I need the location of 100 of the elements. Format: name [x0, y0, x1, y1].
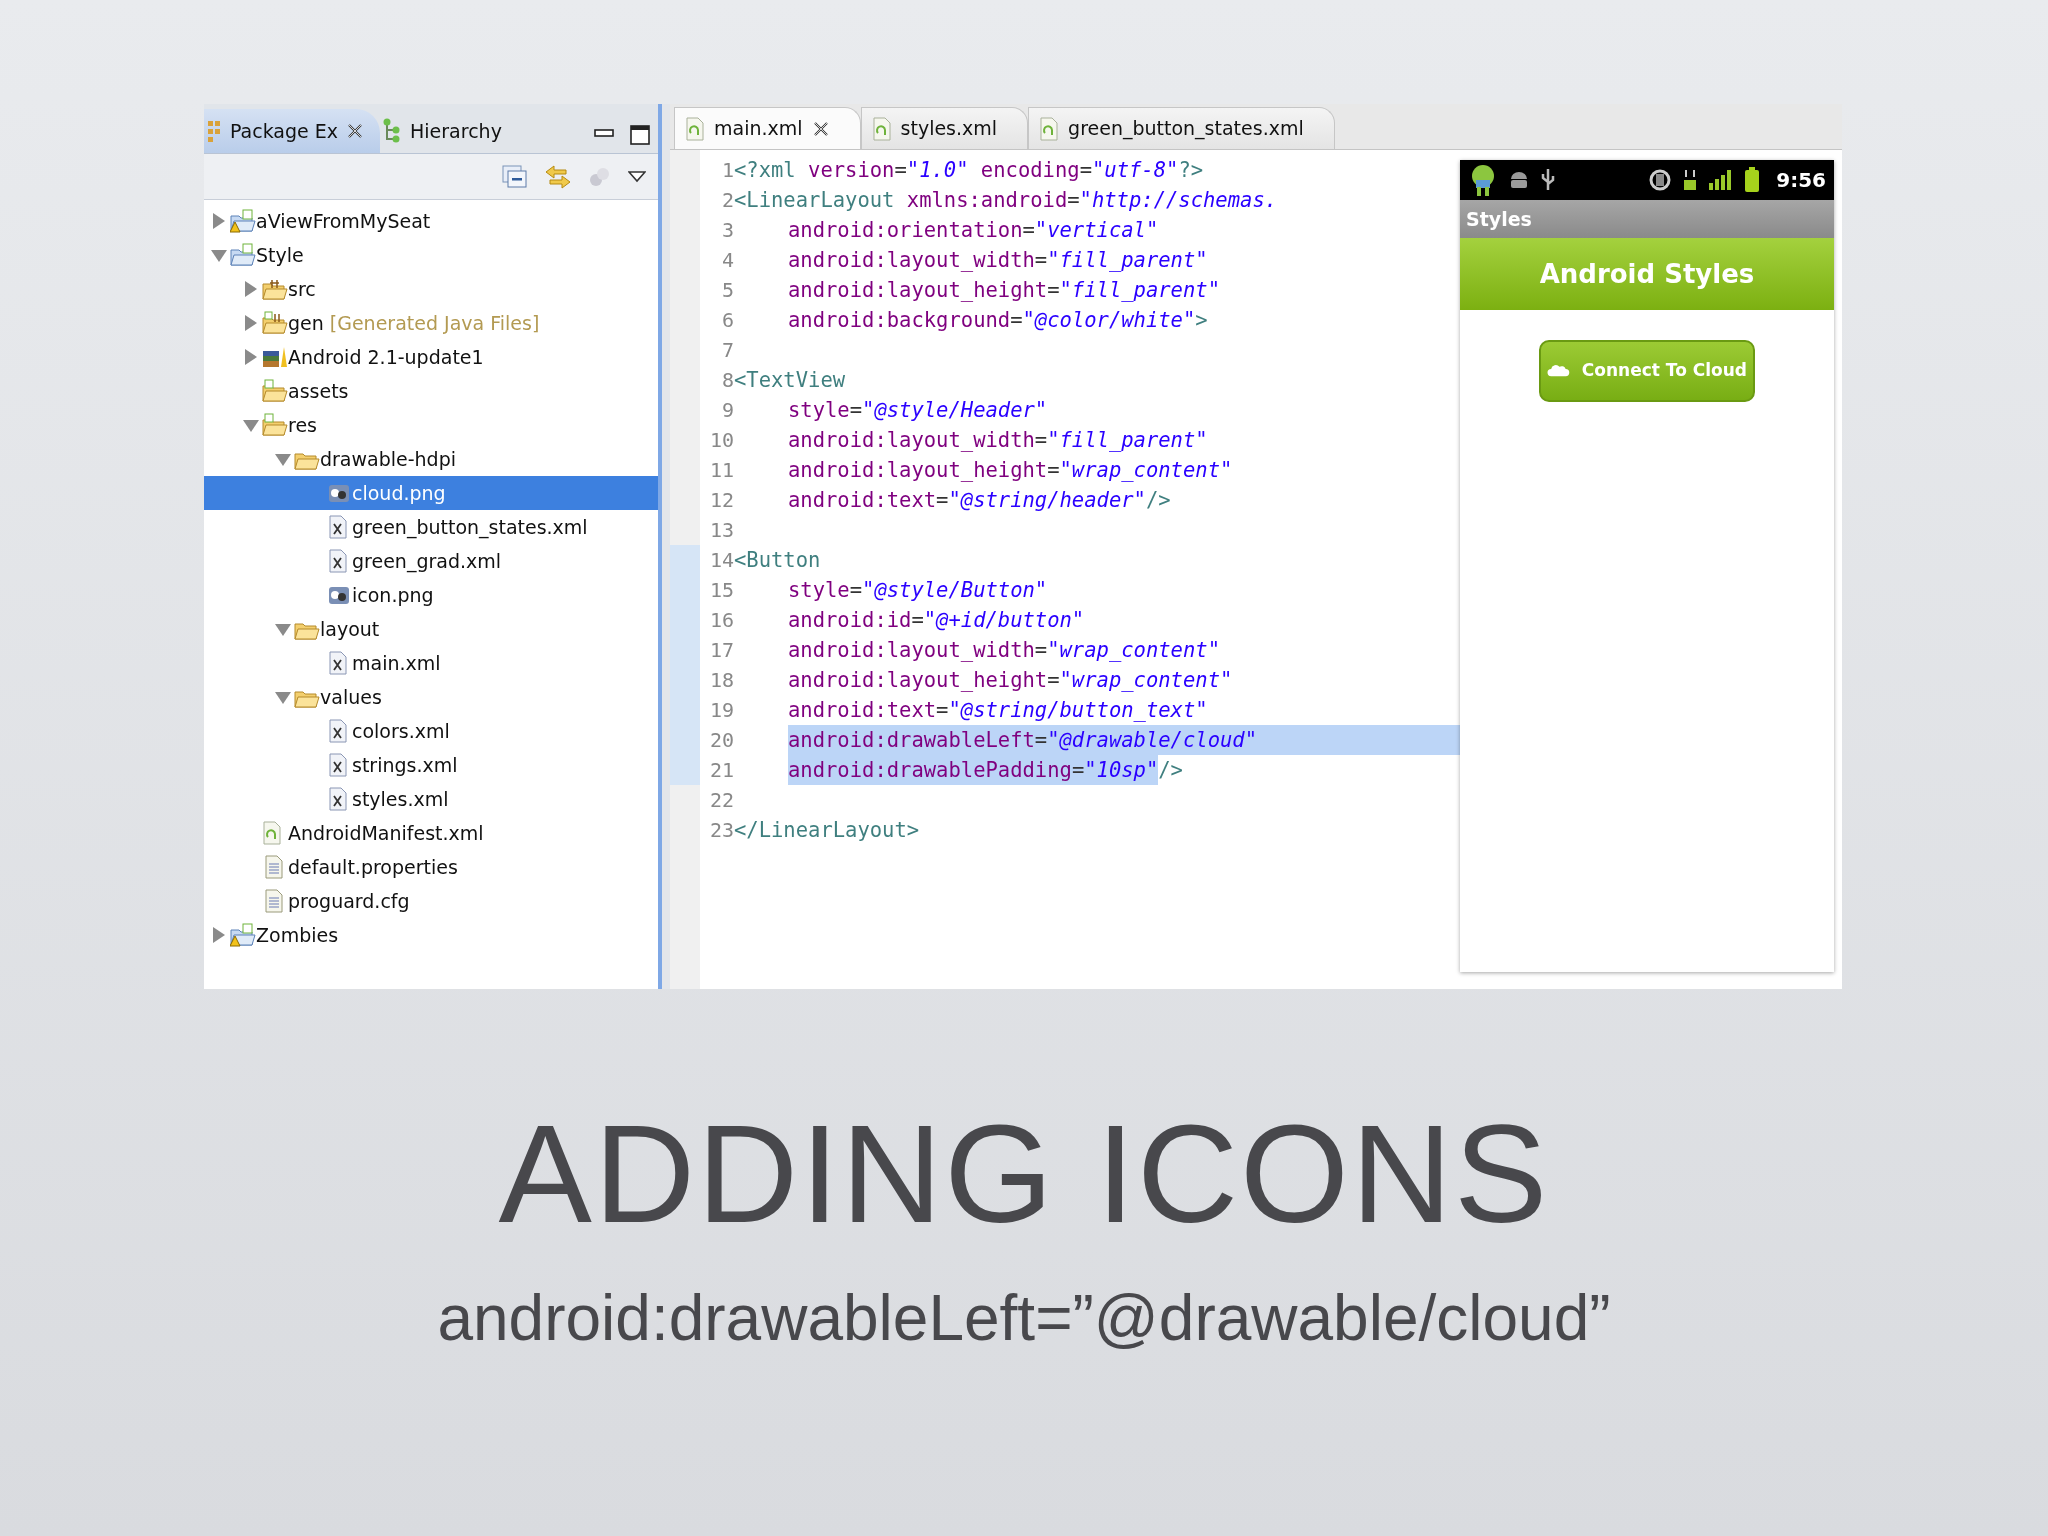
tree-item[interactable]: cloud.png: [204, 476, 658, 510]
item-label: Android 2.1-update1: [288, 344, 484, 370]
item-note: [Generated Java Files]: [329, 310, 540, 336]
code-line: style="@style/Button": [788, 577, 1049, 604]
project-warning-icon: [230, 923, 256, 947]
tree-item[interactable]: values: [204, 680, 658, 714]
line-number: 9: [720, 397, 734, 424]
item-label: gen: [288, 310, 324, 336]
item-label: values: [320, 684, 382, 710]
code-line: android:layout_height="wrap_content": [788, 457, 1234, 484]
view-tab[interactable]: Hierarchy: [380, 109, 518, 153]
tree-item[interactable]: res: [204, 408, 658, 442]
item-label: green_button_states.xml: [352, 514, 588, 541]
code-line: android:drawablePadding="10sp"/>: [788, 755, 1460, 785]
code-line: android:id="@+id/button": [788, 607, 1086, 634]
item-label: main.xml: [352, 650, 441, 676]
code-line: android:background="@color/white">: [788, 307, 1209, 334]
tree-item[interactable]: Zombies: [204, 918, 658, 952]
tree-item[interactable]: green_grad.xml: [204, 544, 658, 578]
app-title-bar: Styles: [1460, 200, 1834, 238]
tree-item[interactable]: AndroidManifest.xml: [204, 816, 658, 850]
line-number: 5: [720, 277, 734, 304]
line-number: 11: [708, 457, 734, 484]
item-label: drawable-hdpi: [320, 446, 457, 472]
header-banner: Android Styles: [1460, 238, 1834, 310]
code-line: android:layout_height="fill_parent": [788, 277, 1221, 304]
item-label: res: [288, 412, 317, 438]
code-line: <TextView: [734, 367, 847, 394]
tree-item[interactable]: main.xml: [204, 646, 658, 680]
editor-tab[interactable]: main.xml: [674, 107, 861, 149]
tree-item[interactable]: Style: [204, 238, 658, 272]
item-label: Style: [256, 242, 304, 268]
code-line: android:layout_width="fill_parent": [788, 247, 1209, 274]
android-file-icon: [871, 116, 892, 141]
line-number: 2: [720, 187, 734, 214]
package-folder-icon: [262, 311, 288, 335]
code-line: android:layout_width="wrap_content": [788, 637, 1221, 664]
close-icon[interactable]: [346, 122, 365, 140]
line-number: 10: [708, 427, 734, 454]
tree-item[interactable]: assets: [204, 374, 658, 408]
line-number: 6: [720, 307, 734, 334]
tree-item[interactable]: default.properties: [204, 850, 658, 884]
line-number: 22: [708, 787, 734, 814]
line-number: 16: [708, 607, 734, 634]
tree-item[interactable]: src: [204, 272, 658, 306]
tree-item[interactable]: icon.png: [204, 578, 658, 612]
code-line: </LinearLayout>: [734, 817, 921, 844]
item-label: icon.png: [352, 582, 434, 608]
package-icon: [206, 119, 222, 143]
line-number: 7: [720, 337, 734, 364]
tree-item[interactable]: proguard.cfg: [204, 884, 658, 918]
item-label: default.properties: [288, 854, 458, 880]
item-label: proguard.cfg: [288, 888, 410, 914]
tree-item[interactable]: strings.xml: [204, 748, 658, 782]
maximize-icon[interactable]: [630, 125, 650, 145]
collapse-all-icon[interactable]: [502, 164, 528, 189]
line-number: 17: [708, 637, 734, 664]
tree-item[interactable]: green_button_states.xml: [204, 510, 658, 544]
code-line: <?xml version="1.0" encoding="utf-8"?>: [734, 157, 1205, 184]
tree-item[interactable]: layout: [204, 612, 658, 646]
link-arrows-icon[interactable]: [544, 163, 572, 190]
status-time: 9:56: [1776, 167, 1826, 194]
package-folder-icon: [262, 277, 288, 301]
item-label: strings.xml: [352, 752, 458, 778]
line-number: 21: [708, 757, 734, 784]
project-icon: [230, 243, 256, 267]
tree-item[interactable]: drawable-hdpi: [204, 442, 658, 476]
tree-item[interactable]: styles.xml: [204, 782, 658, 816]
item-label: styles.xml: [352, 786, 449, 812]
android-file-icon: [1039, 116, 1060, 141]
close-icon[interactable]: [811, 119, 830, 138]
item-label: green_grad.xml: [352, 548, 502, 575]
item-label: cloud.png: [352, 480, 446, 506]
code-line: android:layout_width="fill_parent": [788, 427, 1209, 454]
item-label: assets: [288, 378, 349, 404]
tree-item[interactable]: aViewFromMySeat: [204, 204, 658, 238]
tree-item[interactable]: colors.xml: [204, 714, 658, 748]
item-label: layout: [320, 616, 380, 642]
editor-tab[interactable]: styles.xml: [860, 107, 1029, 149]
item-label: src: [288, 276, 316, 302]
line-number: 15: [708, 577, 734, 604]
code-line: android:text="@string/button_text": [788, 697, 1209, 724]
project-warning-icon: [230, 209, 256, 233]
line-number: 19: [708, 697, 734, 724]
code-line: android:text="@string/header"/>: [788, 487, 1172, 514]
code-line: android:layout_height="wrap_content": [788, 667, 1234, 694]
editor-tab[interactable]: green_button_states.xml: [1028, 107, 1335, 149]
folder-icon: [262, 413, 288, 437]
item-label: Zombies: [256, 922, 339, 948]
line-number: 3: [720, 217, 734, 244]
view-tab[interactable]: Package Ex: [204, 109, 381, 153]
tree-item[interactable]: Android 2.1-update1: [204, 340, 658, 374]
android-file-icon: [685, 116, 705, 141]
tree-item[interactable]: gen [Generated Java Files]: [204, 306, 658, 340]
item-label: colors.xml: [352, 718, 450, 744]
code-line: <Button: [734, 547, 822, 574]
code-line: style="@style/Header": [788, 397, 1049, 424]
item-label: aViewFromMySeat: [256, 208, 431, 234]
view-menu-icon[interactable]: [628, 170, 646, 183]
slide-subtitle: android:drawableLeft=”@drawable/cloud”: [436, 1286, 1612, 1350]
